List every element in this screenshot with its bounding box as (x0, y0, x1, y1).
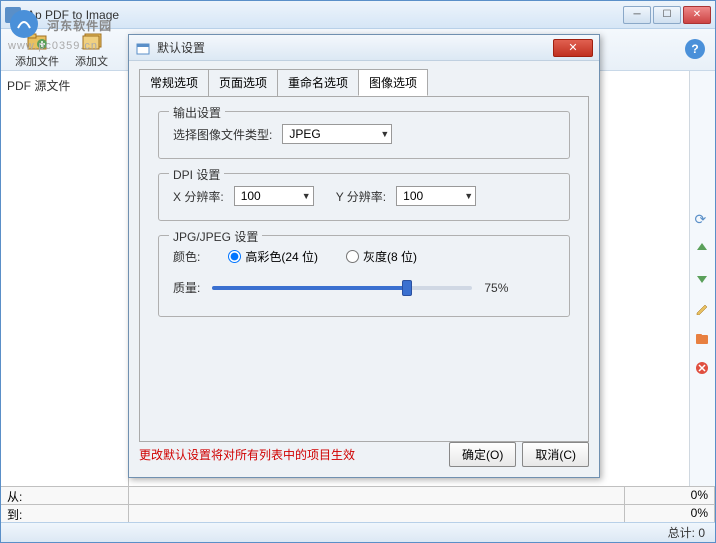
right-sidebar: ⟳ (689, 71, 715, 512)
dialog-title: 默认设置 (157, 39, 553, 56)
folder-icon[interactable] (695, 331, 711, 347)
tab-rename[interactable]: 重命名选项 (277, 69, 359, 96)
warning-text: 更改默认设置将对所有列表中的项目生效 (139, 446, 443, 463)
from-pct: 0% (625, 487, 715, 504)
app-icon (5, 7, 21, 23)
total-label: 总计: 0 (668, 524, 705, 541)
add-file-icon (26, 30, 48, 52)
ok-button[interactable]: 确定(O) (449, 442, 516, 467)
minimize-button[interactable]: ─ (623, 6, 651, 24)
color-8bit-radio[interactable]: 灰度(8 位) (346, 248, 417, 265)
add-files-button[interactable]: 添加文 (67, 28, 116, 71)
dialog-close-button[interactable]: ✕ (553, 39, 593, 57)
help-icon[interactable]: ? (685, 39, 705, 59)
quality-value: 75% (484, 281, 508, 295)
status-area: 从: 0% 到: 0% (1, 486, 715, 522)
dpi-legend: DPI 设置 (169, 166, 224, 183)
x-dpi-select[interactable]: 100 ▼ (234, 186, 314, 206)
chevron-down-icon: ▼ (302, 191, 311, 201)
y-dpi-value: 100 (403, 189, 423, 203)
y-dpi-label: Y 分辨率: (336, 188, 386, 205)
from-label: 从: (1, 487, 129, 504)
slider-rest (407, 286, 472, 290)
add-files-icon (81, 30, 103, 52)
tab-page[interactable]: 页面选项 (208, 69, 278, 96)
jpeg-fieldset: JPG/JPEG 设置 颜色: 高彩色(24 位) 灰度(8 位) 质量: (158, 235, 570, 317)
chevron-down-icon: ▼ (464, 191, 473, 201)
main-titlebar[interactable]: Ap PDF to Image ─ ☐ ✕ (1, 1, 715, 29)
tab-general[interactable]: 常规选项 (139, 69, 209, 96)
jpeg-legend: JPG/JPEG 设置 (169, 228, 262, 245)
x-dpi-label: X 分辨率: (173, 188, 224, 205)
tab-image[interactable]: 图像选项 (358, 69, 428, 96)
refresh-icon[interactable]: ⟳ (695, 211, 711, 227)
color-24bit-input[interactable] (228, 250, 241, 263)
add-file-button[interactable]: 添加文件 (7, 28, 67, 71)
y-dpi-select[interactable]: 100 ▼ (396, 186, 476, 206)
delete-icon[interactable] (695, 361, 711, 377)
add-file-label: 添加文件 (15, 53, 59, 69)
quality-label: 质量: (173, 279, 200, 296)
tab-bar: 常规选项 页面选项 重命名选项 图像选项 (129, 61, 599, 96)
left-panel: PDF 源文件 (1, 71, 129, 512)
slider-fill (212, 286, 407, 290)
x-dpi-value: 100 (241, 189, 261, 203)
dialog-footer: 更改默认设置将对所有列表中的项目生效 确定(O) 取消(C) (139, 442, 589, 467)
chevron-down-icon: ▼ (380, 129, 389, 139)
settings-icon (135, 40, 151, 56)
pdf-source-header: PDF 源文件 (7, 77, 122, 94)
move-down-icon[interactable] (695, 271, 711, 287)
maximize-button[interactable]: ☐ (653, 6, 681, 24)
filetype-select[interactable]: JPEG ▼ (282, 124, 392, 144)
dpi-fieldset: DPI 设置 X 分辨率: 100 ▼ Y 分辨率: 100 ▼ (158, 173, 570, 221)
output-fieldset: 输出设置 选择图像文件类型: JPEG ▼ (158, 111, 570, 159)
cancel-button[interactable]: 取消(C) (522, 442, 589, 467)
filetype-label: 选择图像文件类型: (173, 126, 272, 143)
tab-content: 输出设置 选择图像文件类型: JPEG ▼ DPI 设置 X 分辨率: 100 … (139, 96, 589, 442)
settings-dialog: 默认设置 ✕ 常规选项 页面选项 重命名选项 图像选项 输出设置 选择图像文件类… (128, 34, 600, 478)
main-title: Ap PDF to Image (27, 8, 623, 22)
color-label: 颜色: (173, 248, 200, 265)
color-24bit-radio[interactable]: 高彩色(24 位) (228, 248, 318, 265)
add-files-label: 添加文 (75, 53, 108, 69)
output-legend: 输出设置 (169, 104, 225, 121)
color-8bit-input[interactable] (346, 250, 359, 263)
slider-thumb[interactable] (402, 280, 412, 296)
to-pct: 0% (625, 505, 715, 522)
quality-slider[interactable] (212, 282, 472, 294)
filetype-value: JPEG (289, 127, 320, 141)
status-bar: 总计: 0 (1, 522, 715, 542)
to-label: 到: (1, 505, 129, 522)
move-up-icon[interactable] (695, 241, 711, 257)
status-row-from: 从: 0% (1, 486, 715, 504)
dialog-titlebar[interactable]: 默认设置 ✕ (129, 35, 599, 61)
status-row-to: 到: 0% (1, 504, 715, 522)
close-button[interactable]: ✕ (683, 6, 711, 24)
edit-icon[interactable] (695, 301, 711, 317)
